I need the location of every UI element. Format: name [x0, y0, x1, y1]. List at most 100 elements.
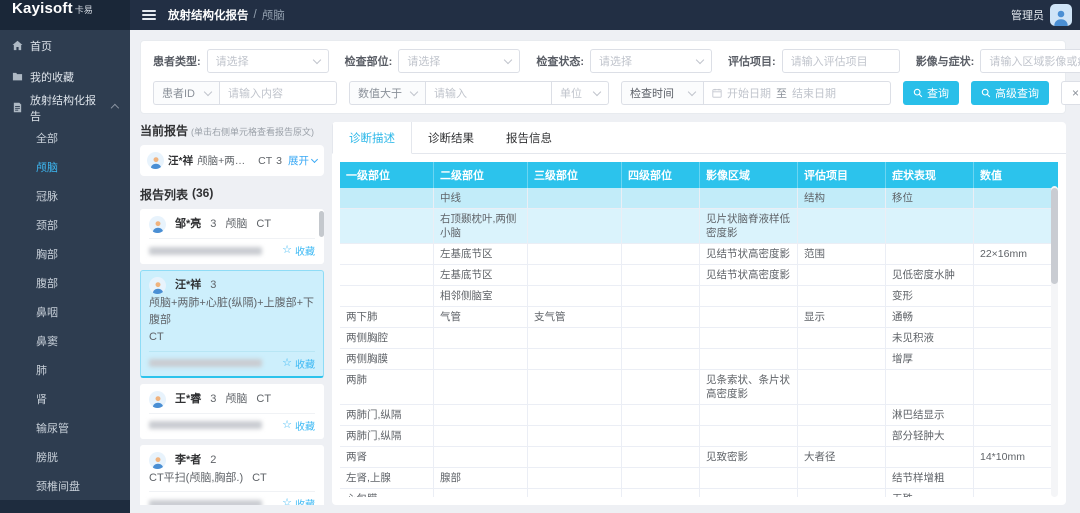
value-input[interactable]: 请输入	[425, 81, 551, 105]
value-compare-select[interactable]: 数值大于	[349, 81, 425, 105]
patient-card[interactable]: 汪*祥3颅脑+两肺+心脏(纵隔)+上腹部+下腹部CT☆收藏	[140, 270, 324, 378]
table-cell[interactable]: 见结节状高密度影	[700, 265, 798, 285]
table-cell[interactable]	[528, 244, 622, 264]
sidebar-subitem-输尿管[interactable]: 输尿管	[0, 413, 130, 442]
table-cell[interactable]	[700, 468, 798, 488]
table-cell[interactable]: 两肺门,纵隔	[340, 405, 434, 425]
table-cell[interactable]	[434, 349, 528, 369]
table-cell[interactable]: 两肾	[340, 447, 434, 467]
table-cell[interactable]: 见低密度水肿	[886, 265, 974, 285]
patient-card[interactable]: 邹*亮3颅脑CT☆收藏	[140, 209, 324, 264]
table-cell[interactable]	[622, 426, 700, 446]
table-cell[interactable]: 无殊	[886, 489, 974, 497]
table-cell[interactable]	[798, 328, 886, 348]
table-cell[interactable]	[528, 349, 622, 369]
table-cell[interactable]	[798, 286, 886, 306]
time-type-select[interactable]: 检查时间	[621, 81, 703, 105]
table-cell[interactable]: 结节样增粗	[886, 468, 974, 488]
table-cell[interactable]	[700, 328, 798, 348]
favorite-button[interactable]: ☆收藏	[282, 243, 315, 258]
sidebar-subitem-膀胱[interactable]: 膀胱	[0, 442, 130, 471]
search-button[interactable]: 查询	[903, 81, 959, 105]
table-cell[interactable]: 左基底节区	[434, 265, 528, 285]
unit-select[interactable]: 单位	[551, 81, 609, 105]
table-cell[interactable]: 两肺门,纵隔	[340, 426, 434, 446]
current-report-card[interactable]: 汪*祥 颅脑+两肺+心... CT 3 展开	[140, 145, 324, 176]
sidebar-subitem-颅脑[interactable]: 颅脑	[0, 152, 130, 181]
table-cell[interactable]: 通畅	[886, 307, 974, 327]
table-cell[interactable]: 14*10mm	[974, 447, 1058, 467]
table-cell[interactable]	[528, 426, 622, 446]
table-cell[interactable]	[798, 468, 886, 488]
table-cell[interactable]: 见条索状、条片状高密度影	[700, 370, 798, 404]
clear-button[interactable]: × 清空	[1061, 81, 1080, 105]
table-cell[interactable]: 范围	[798, 244, 886, 264]
table-cell[interactable]: 腺部	[434, 468, 528, 488]
table-cell[interactable]	[974, 307, 1058, 327]
table-cell[interactable]	[528, 405, 622, 425]
table-cell[interactable]: 心包膜	[340, 489, 434, 497]
table-cell[interactable]	[974, 349, 1058, 369]
table-cell[interactable]	[528, 188, 622, 208]
table-cell[interactable]	[700, 188, 798, 208]
tab-诊断结果[interactable]: 诊断结果	[412, 122, 490, 153]
tab-诊断描述[interactable]: 诊断描述	[332, 122, 412, 154]
table-cell[interactable]: 气管	[434, 307, 528, 327]
list-scrollbar[interactable]	[319, 211, 324, 237]
table-cell[interactable]	[434, 405, 528, 425]
table-cell[interactable]	[340, 244, 434, 264]
sidebar-subitem-胸部[interactable]: 胸部	[0, 239, 130, 268]
favorite-button[interactable]: ☆收藏	[282, 496, 315, 505]
table-cell[interactable]	[974, 286, 1058, 306]
table-cell[interactable]: 右顶颞枕叶,两侧小脑	[434, 209, 528, 243]
sidebar-subitem-全部[interactable]: 全部	[0, 123, 130, 152]
table-cell[interactable]	[622, 265, 700, 285]
sidebar-subitem-冠脉[interactable]: 冠脉	[0, 181, 130, 210]
user-avatar[interactable]	[1050, 4, 1072, 26]
table-cell[interactable]	[974, 405, 1058, 425]
filter-input[interactable]: 请输入评估项目	[782, 49, 900, 73]
sidebar-subitem-颈椎间盘[interactable]: 颈椎间盘	[0, 471, 130, 500]
breadcrumb-root[interactable]: 放射结构化报告	[168, 7, 249, 23]
sidebar-item-structured-report[interactable]: 放射结构化报告	[0, 92, 130, 123]
table-cell[interactable]	[528, 286, 622, 306]
table-cell[interactable]	[798, 405, 886, 425]
table-cell[interactable]: 22×16mm	[974, 244, 1058, 264]
table-cell[interactable]	[622, 370, 700, 404]
patient-card[interactable]: 李*者2CT平扫(颅脑,胸部.)CT☆收藏	[140, 445, 324, 506]
table-cell[interactable]	[622, 405, 700, 425]
table-cell[interactable]: 左基底节区	[434, 244, 528, 264]
table-cell[interactable]: 结构	[798, 188, 886, 208]
table-cell[interactable]: 见片状脑脊液样低密度影	[700, 209, 798, 243]
table-cell[interactable]	[340, 188, 434, 208]
table-cell[interactable]	[974, 328, 1058, 348]
table-cell[interactable]	[622, 468, 700, 488]
table-cell[interactable]	[798, 426, 886, 446]
table-cell[interactable]: 显示	[798, 307, 886, 327]
menu-toggle-icon[interactable]	[142, 10, 156, 20]
user-menu[interactable]: 管理员	[1011, 4, 1080, 26]
table-cell[interactable]	[622, 349, 700, 369]
table-cell[interactable]	[434, 426, 528, 446]
filter-select[interactable]: 请选择	[590, 49, 712, 73]
table-cell[interactable]	[622, 489, 700, 497]
table-cell[interactable]	[886, 209, 974, 243]
table-cell[interactable]: 移位	[886, 188, 974, 208]
table-cell[interactable]	[528, 489, 622, 497]
table-cell[interactable]	[798, 370, 886, 404]
table-cell[interactable]	[622, 307, 700, 327]
table-cell[interactable]	[340, 286, 434, 306]
table-cell[interactable]	[886, 244, 974, 264]
table-cell[interactable]: 相邻侧脑室	[434, 286, 528, 306]
table-cell[interactable]	[700, 426, 798, 446]
table-cell[interactable]	[974, 209, 1058, 243]
table-cell[interactable]	[434, 489, 528, 497]
favorite-button[interactable]: ☆收藏	[282, 418, 315, 433]
table-cell[interactable]	[974, 370, 1058, 404]
table-cell[interactable]	[700, 286, 798, 306]
table-cell[interactable]: 大者径	[798, 447, 886, 467]
table-cell[interactable]	[340, 209, 434, 243]
filter-select[interactable]: 请选择	[398, 49, 520, 73]
table-cell[interactable]	[528, 328, 622, 348]
table-cell[interactable]	[622, 244, 700, 264]
